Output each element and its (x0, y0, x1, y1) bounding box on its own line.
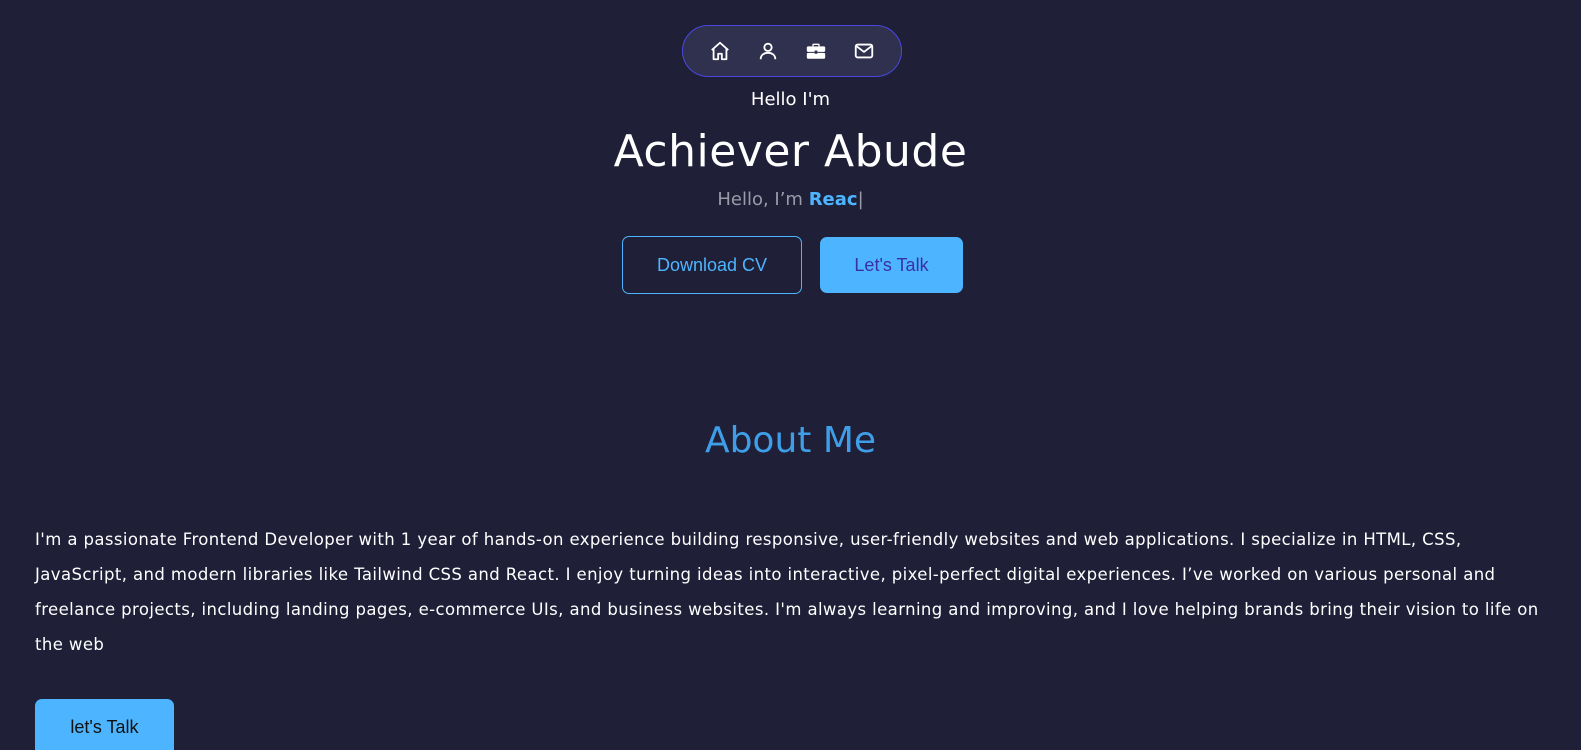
hero-cta-group: Download CV Let's Talk (622, 236, 963, 294)
download-cv-button[interactable]: Download CV (622, 236, 802, 294)
briefcase-icon (806, 43, 826, 59)
typing-cursor: | (857, 189, 864, 210)
typed-tagline: Hello, I’m Reac| (0, 189, 1581, 210)
nav-contact[interactable] (851, 38, 877, 64)
portfolio-page: Hello I'm Achiever Abude Hello, I’m Reac… (0, 0, 1581, 750)
floating-nav (682, 25, 902, 77)
nav-home[interactable] (707, 38, 733, 64)
about-description: I'm a passionate Frontend Developer with… (35, 530, 1539, 654)
hero-name: Achiever Abude (613, 126, 968, 177)
hero-greeting: Hello I'm (750, 89, 831, 110)
about-section-title: About Me (704, 420, 877, 461)
nav-about[interactable] (755, 38, 781, 64)
nav-portfolio[interactable] (803, 38, 829, 64)
lets-talk-button[interactable]: Let's Talk (820, 237, 963, 293)
mail-icon (854, 43, 874, 59)
typed-prefix: Hello, I’m (717, 189, 809, 210)
user-icon (759, 42, 777, 60)
home-icon (711, 41, 729, 61)
typed-role: Reac (808, 189, 858, 210)
about-lets-talk-button[interactable]: let's Talk (35, 699, 174, 750)
